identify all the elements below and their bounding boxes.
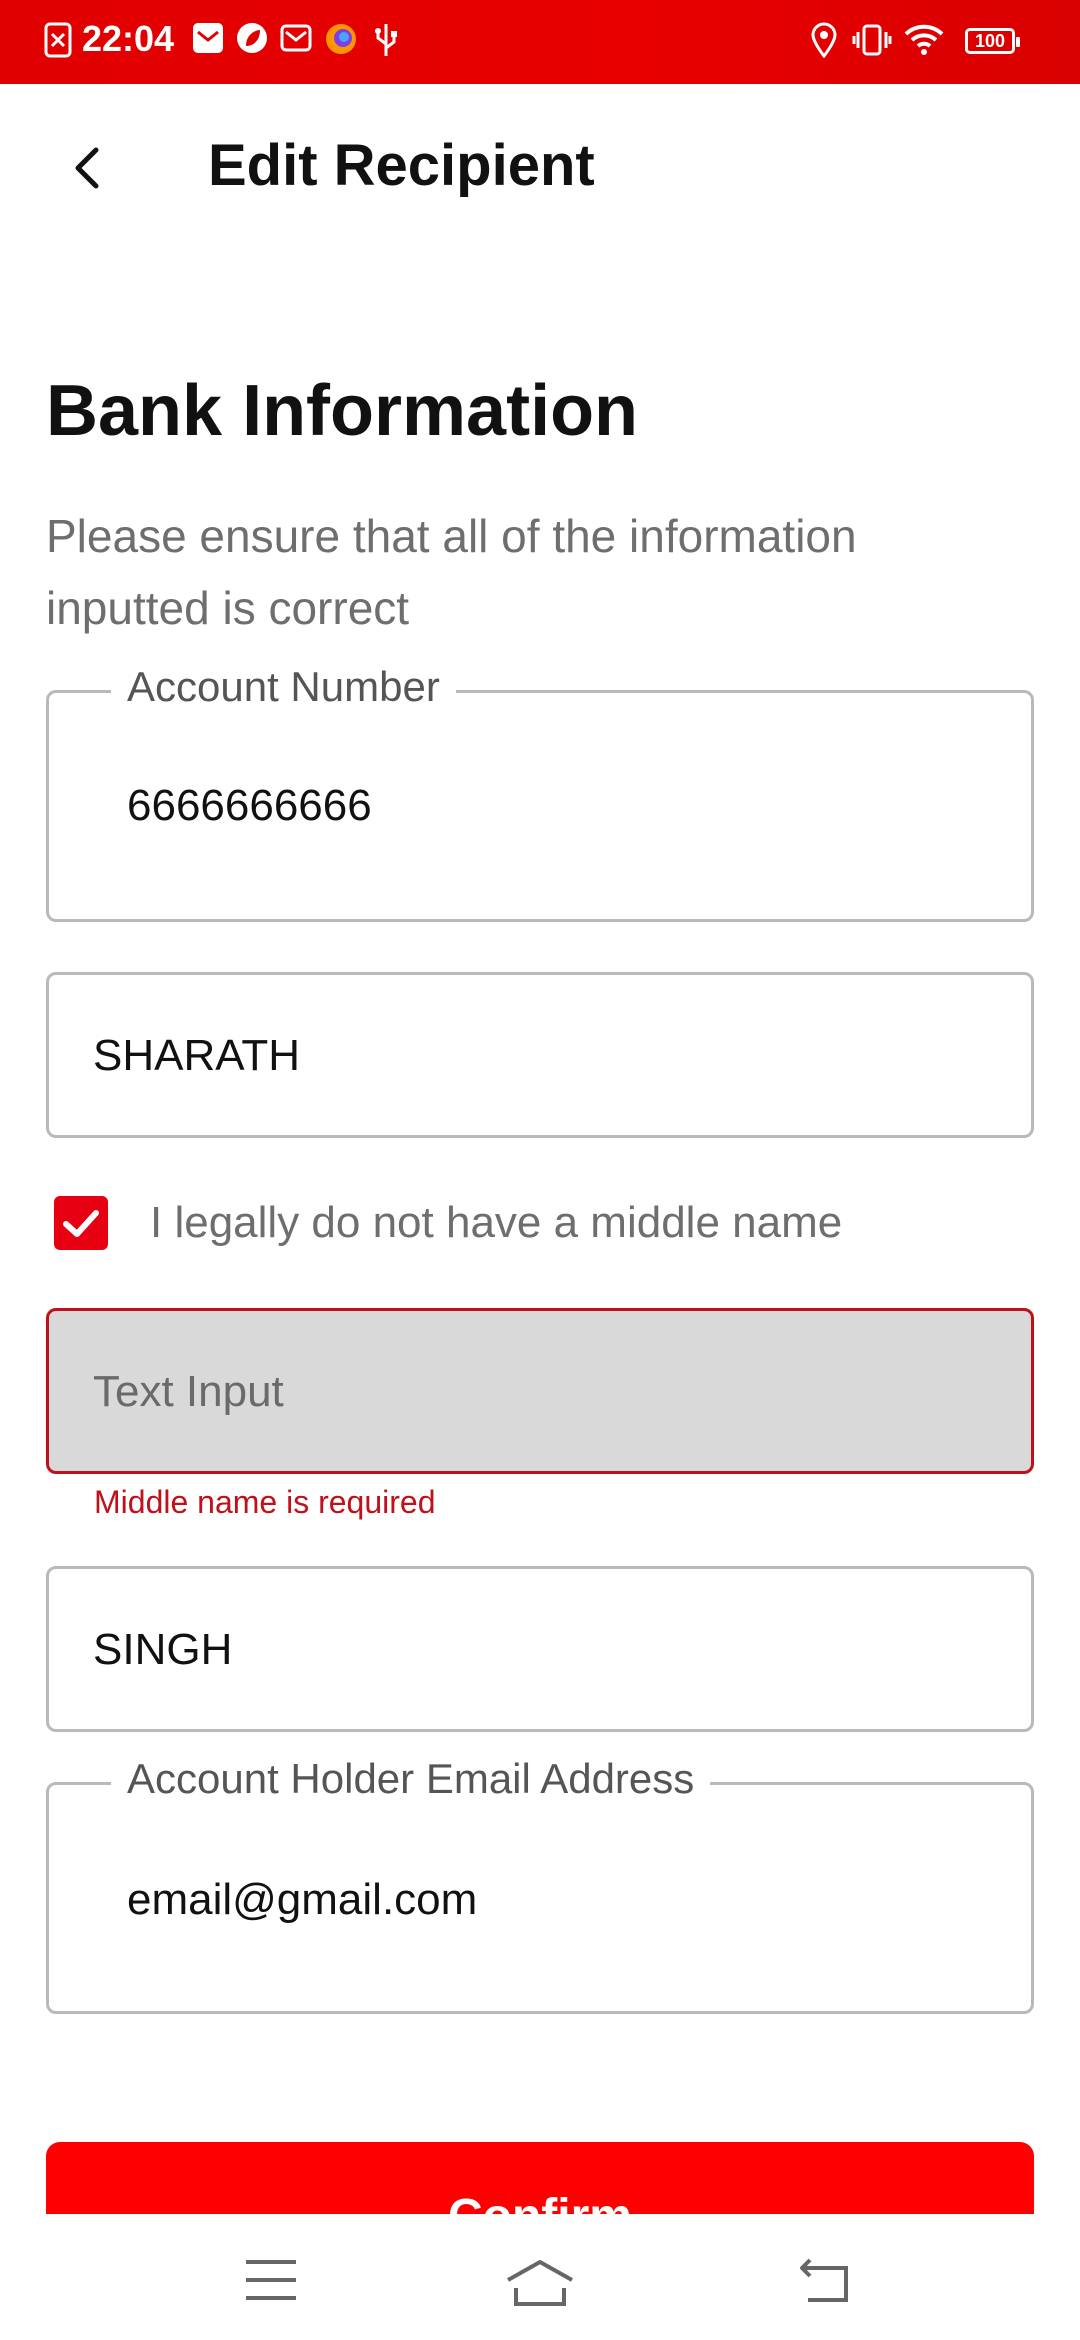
- section-description: Please ensure that all of the informatio…: [46, 510, 857, 634]
- section-title: Bank Information: [46, 371, 639, 451]
- mail-icon: [193, 23, 223, 53]
- middle-name-field[interactable]: Text Input: [46, 1308, 1034, 1474]
- email-value: email@gmail.com: [127, 1875, 478, 1924]
- last-name-field[interactable]: SINGH: [46, 1566, 1034, 1732]
- back-icon[interactable]: [796, 2258, 852, 2304]
- page-title: Edit Recipient: [208, 133, 595, 198]
- middle-name-error: Middle name is required: [94, 1484, 436, 1520]
- status-bar: 22:04 100: [0, 0, 1080, 84]
- firefox-icon: [326, 24, 356, 54]
- last-name-value: SINGH: [93, 1625, 233, 1674]
- vibrate-icon: [852, 24, 892, 56]
- email-field[interactable]: Account Holder Email Address email@gmail…: [46, 1755, 1034, 2014]
- wifi-icon: [904, 24, 944, 55]
- battery-icon: 100: [965, 28, 1020, 54]
- account-number-label: Account Number: [111, 663, 456, 711]
- usb-icon: [375, 24, 397, 56]
- status-time: 22:04: [82, 18, 175, 59]
- checkmark-icon: [63, 1210, 99, 1237]
- account-number-field[interactable]: Account Number 6666666666: [46, 663, 1034, 922]
- first-name-value: SHARATH: [93, 1031, 300, 1080]
- email-label: Account Holder Email Address: [111, 1755, 711, 1803]
- account-number-value: 6666666666: [127, 781, 372, 830]
- menu-icon[interactable]: [244, 2258, 298, 2302]
- middle-name-placeholder: Text Input: [93, 1367, 284, 1416]
- no-middle-name-label: I legally do not have a middle name: [150, 1198, 843, 1247]
- mail-outline-icon: [280, 24, 312, 52]
- back-button[interactable]: [62, 140, 118, 196]
- close-box-icon: [44, 22, 72, 58]
- leaf-icon: [237, 23, 267, 53]
- home-icon[interactable]: [504, 2258, 576, 2308]
- location-icon: [811, 22, 837, 58]
- navigation-bar: [0, 2214, 1080, 2340]
- no-middle-name-checkbox[interactable]: [54, 1196, 108, 1250]
- first-name-field[interactable]: SHARATH: [46, 972, 1034, 1138]
